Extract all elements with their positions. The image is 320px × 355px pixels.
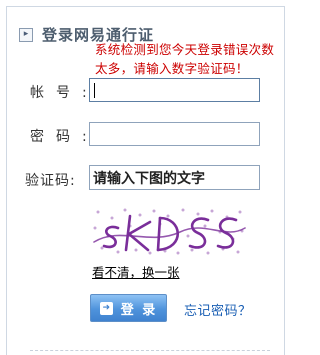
login-button[interactable]: ➜ 登 录 (90, 294, 167, 322)
chevron-right-icon: ▸ (19, 27, 33, 42)
arrow-right-icon: ➜ (99, 301, 113, 315)
forgot-password-link[interactable]: 忘记密码？ (184, 300, 252, 319)
login-button-label: 登 录 (120, 302, 158, 318)
error-message: 系统检测到您今天登录错误次数太多，请输入数字验证码！ (95, 42, 275, 76)
password-input[interactable] (89, 122, 260, 146)
account-input[interactable] (89, 78, 260, 102)
refresh-captcha-link[interactable]: 看不清，换一张 (92, 262, 180, 281)
divider (30, 350, 270, 351)
captcha-graphic (93, 208, 246, 255)
captcha-image (90, 206, 247, 256)
captcha-input[interactable] (89, 165, 260, 190)
captcha-label: 验证码: (25, 173, 76, 189)
text-cursor (94, 83, 95, 98)
